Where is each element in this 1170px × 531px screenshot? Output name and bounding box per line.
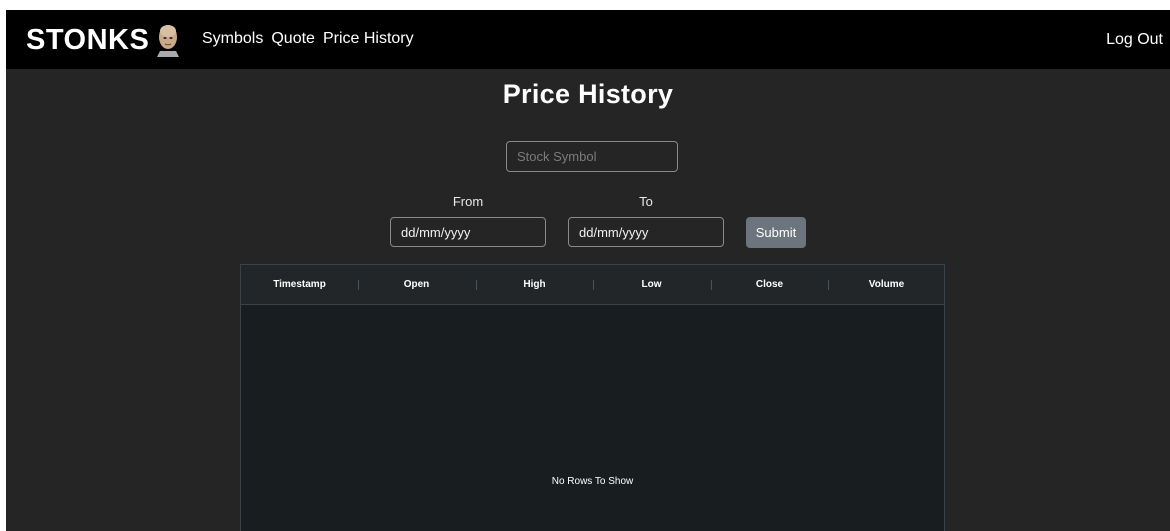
column-header-open[interactable]: Open: [358, 265, 475, 304]
grid-header: Timestamp Open High Low Close Volume: [241, 265, 944, 305]
brand-link[interactable]: STONKS: [26, 22, 181, 58]
nav-links: Symbols Quote Price History: [202, 30, 414, 48]
to-date-input[interactable]: [568, 217, 724, 247]
app-root: STONKS Symbols Quote Price History Log O…: [6, 10, 1170, 531]
column-header-timestamp[interactable]: Timestamp: [241, 265, 358, 304]
from-date-input[interactable]: [390, 217, 546, 247]
column-header-close[interactable]: Close: [711, 265, 828, 304]
price-history-grid: Timestamp Open High Low Close Volume No …: [240, 264, 945, 531]
viewport: STONKS Symbols Quote Price History Log O…: [0, 0, 1170, 531]
nav-link-symbols[interactable]: Symbols: [202, 30, 263, 48]
column-header-high[interactable]: High: [476, 265, 593, 304]
top-navbar: STONKS Symbols Quote Price History Log O…: [6, 10, 1170, 69]
page-title: Price History: [502, 79, 674, 109]
from-label: From: [452, 194, 484, 209]
no-rows-message: No Rows To Show: [551, 476, 634, 487]
brand-name: STONKS: [26, 23, 150, 56]
nav-link-quote[interactable]: Quote: [271, 30, 315, 48]
stonks-man-logo-icon: [157, 25, 180, 57]
column-header-low[interactable]: Low: [593, 265, 710, 304]
to-label: To: [639, 194, 653, 209]
column-header-volume[interactable]: Volume: [828, 265, 945, 304]
logout-link[interactable]: Log Out: [1106, 31, 1163, 49]
nav-link-price-history[interactable]: Price History: [323, 30, 414, 48]
stock-symbol-input[interactable]: [506, 141, 678, 172]
submit-button[interactable]: Submit: [746, 217, 806, 248]
